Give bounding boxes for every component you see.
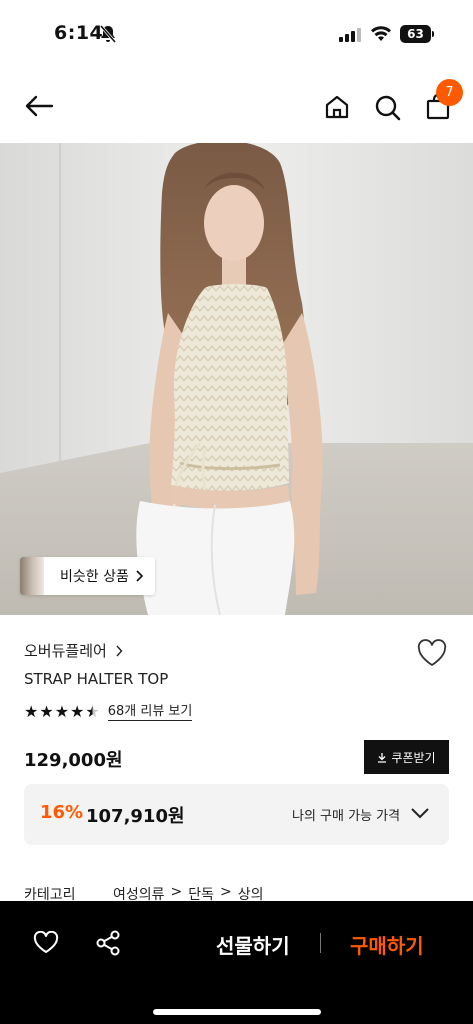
home-indicator: [153, 1009, 321, 1015]
similar-products-label: 비슷한 상품: [60, 569, 129, 585]
coupon-button[interactable]: 쿠폰받기: [364, 740, 449, 774]
status-bar: 6:14 63: [0, 0, 473, 70]
model-photo: [0, 143, 473, 615]
buy-button[interactable]: 구매하기: [350, 930, 424, 959]
download-icon: [378, 752, 387, 763]
top-navigation: [0, 70, 473, 144]
similar-products-button[interactable]: 비슷한 상품: [20, 557, 155, 595]
discount-rate: 16%: [40, 802, 84, 823]
star-icon: ★: [70, 702, 85, 721]
gift-button[interactable]: 선물하기: [216, 930, 290, 959]
product-name: STRAP HALTER TOP: [24, 670, 169, 688]
heart-icon[interactable]: [33, 931, 59, 955]
wishlist-heart-icon[interactable]: [416, 638, 448, 668]
brand-link[interactable]: 오버듀플레어: [24, 640, 123, 661]
cellular-signal-icon: [339, 27, 361, 42]
cart-count-badge: 7: [436, 79, 463, 106]
bell-off-icon: [100, 25, 116, 43]
rating-stars: ★ ★ ★ ★ ★: [24, 702, 100, 722]
status-time: 6:14: [54, 22, 104, 44]
brand-name: 오버듀플레어: [24, 642, 107, 660]
similar-products-thumbnail: [20, 557, 44, 595]
star-icon: ★: [54, 702, 70, 721]
star-icon: ★: [24, 702, 39, 721]
chevron-down-icon[interactable]: [410, 806, 430, 820]
review-link[interactable]: 68개 리뷰 보기: [107, 704, 193, 721]
my-price-box[interactable]: 16% 107,910원 나의 구매 가능 가격: [24, 784, 449, 845]
wifi-icon: [371, 26, 391, 41]
product-image[interactable]: [0, 143, 473, 615]
back-arrow-icon[interactable]: [24, 94, 54, 118]
share-icon[interactable]: [95, 930, 121, 956]
star-icon: ★: [39, 702, 54, 721]
my-price-label: 나의 구매 가능 가격: [292, 809, 401, 824]
discount-price: 107,910원: [86, 806, 185, 827]
bottom-action-bar: [0, 901, 473, 1024]
coupon-button-label: 쿠폰받기: [391, 750, 436, 765]
rating-row: ★ ★ ★ ★ ★ 68개 리뷰 보기: [24, 702, 193, 722]
divider: [320, 933, 321, 953]
battery-indicator: 63: [400, 25, 434, 43]
chevron-right-icon: [116, 645, 123, 656]
original-price: 129,000원: [24, 750, 123, 771]
half-star-icon: ★: [85, 702, 100, 721]
home-icon[interactable]: [324, 94, 350, 120]
search-icon[interactable]: [374, 94, 402, 122]
chevron-right-icon: [136, 570, 143, 582]
